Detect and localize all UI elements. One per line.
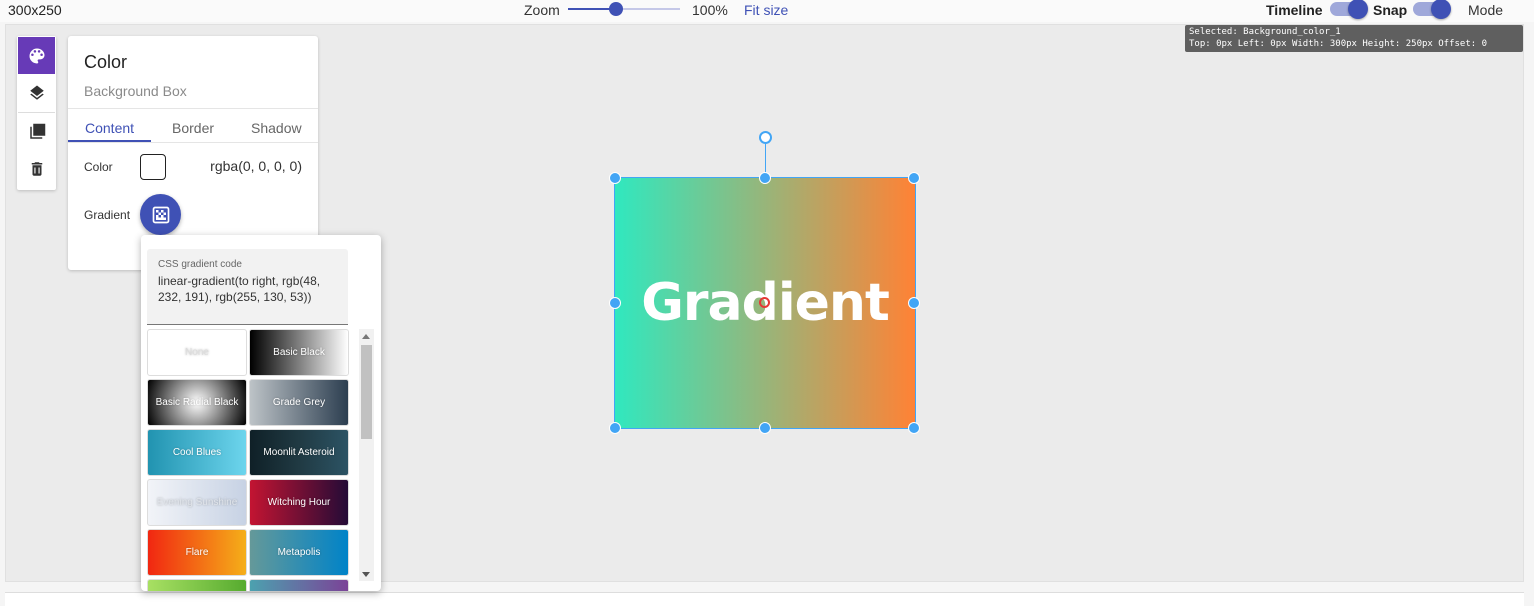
css-gradient-field[interactable]: CSS gradient code linear-gradient(to rig… xyxy=(147,249,348,325)
css-gradient-value: linear-gradient(to right, rgb(48, 232, 1… xyxy=(158,274,321,304)
zoom-slider-thumb[interactable] xyxy=(609,2,624,16)
color-tool-button[interactable] xyxy=(18,37,55,74)
gradient-popover: CSS gradient code linear-gradient(to rig… xyxy=(141,235,381,591)
gradient-preset[interactable]: Grade Grey xyxy=(249,379,349,426)
tabs-bottom-divider xyxy=(68,142,318,143)
selection-info-line-2: Top: 0px Left: 0px Width: 300px Height: … xyxy=(1189,39,1488,49)
zoom-value: 100% xyxy=(692,2,728,18)
gradient-preset[interactable] xyxy=(147,579,247,591)
css-gradient-label: CSS gradient code xyxy=(158,259,242,270)
resize-handle-top-right[interactable] xyxy=(908,172,920,184)
resize-handle-top-left[interactable] xyxy=(609,172,621,184)
zoom-slider[interactable] xyxy=(568,2,680,16)
gradient-label: Gradient xyxy=(84,208,131,222)
color-swatch[interactable] xyxy=(140,154,166,180)
gradient-preset[interactable]: Basic Radial Black xyxy=(147,379,247,426)
gradient-preset[interactable]: Moonlit Asteroid xyxy=(249,429,349,476)
delete-tool-button[interactable] xyxy=(18,150,55,187)
resize-handle-right[interactable] xyxy=(908,297,920,309)
gradient-preset[interactable]: Evening Sunshine xyxy=(147,479,247,526)
color-label: Color xyxy=(84,160,113,174)
gradient-presets: None Basic Black Basic Radial Black Grade G… xyxy=(147,329,350,591)
duplicate-tool-button[interactable] xyxy=(18,113,55,150)
gradient-preset[interactable]: Flare xyxy=(147,529,247,576)
resize-handle-left[interactable] xyxy=(609,297,621,309)
selection-info: Selected: Background_color_1 Top: 0px Le… xyxy=(1185,25,1523,52)
snap-label: Snap xyxy=(1373,2,1408,18)
gradient-preset[interactable]: Cool Blues xyxy=(147,429,247,476)
snap-toggle[interactable] xyxy=(1413,0,1451,19)
resize-handle-top[interactable] xyxy=(759,172,771,184)
timeline-label: Timeline xyxy=(1266,2,1323,18)
timeline-toggle[interactable] xyxy=(1330,0,1368,19)
fit-size-button[interactable]: Fit size xyxy=(744,2,788,18)
gradient-picker-button[interactable] xyxy=(140,194,181,235)
scroll-up-arrow-icon[interactable] xyxy=(362,334,370,339)
gradient-preset-label: None xyxy=(185,347,209,358)
center-point-handle[interactable] xyxy=(759,297,770,308)
resize-handle-bottom-right[interactable] xyxy=(908,422,920,434)
gradient-preset-label: Cool Blues xyxy=(172,447,222,458)
panel-subtitle: Background Box xyxy=(84,83,187,99)
gradient-preset-label: Witching Hour xyxy=(267,497,331,508)
delete-icon xyxy=(31,161,42,176)
gradient-preset[interactable] xyxy=(249,579,349,591)
gradient-preset-label: Moonlit Asteroid xyxy=(263,447,335,458)
mode-button[interactable]: Mode xyxy=(1468,2,1503,18)
top-toolbar: 300x250 Zoom 100% Fit size Timeline Snap… xyxy=(0,0,1534,22)
gradient-preset[interactable]: Basic Black xyxy=(249,329,349,376)
copy-icon xyxy=(29,123,45,139)
layers-tool-button[interactable] xyxy=(18,74,55,111)
selection-info-line-1: Selected: Background_color_1 xyxy=(1189,27,1341,37)
rotate-handle[interactable] xyxy=(759,131,772,144)
tab-shadow[interactable]: Shadow xyxy=(251,120,302,136)
gradient-icon xyxy=(152,206,169,223)
scroll-down-arrow-icon[interactable] xyxy=(362,572,370,577)
gradient-preset-label: Basic Radial Black xyxy=(155,397,239,408)
gradient-preset-label: Basic Black xyxy=(273,347,325,358)
resize-handle-bottom[interactable] xyxy=(759,422,771,434)
gradient-preset-label: Metapolis xyxy=(277,547,321,558)
bottom-panel xyxy=(5,592,1524,606)
tool-sidebar xyxy=(17,36,56,190)
gradient-preset[interactable]: Witching Hour xyxy=(249,479,349,526)
tab-border[interactable]: Border xyxy=(172,120,214,136)
gradient-preset[interactable]: None xyxy=(147,329,247,376)
scroll-thumb[interactable] xyxy=(361,345,372,439)
zoom-label: Zoom xyxy=(524,2,560,18)
canvas-size-label: 300x250 xyxy=(8,2,62,18)
gradient-preset-label: Grade Grey xyxy=(272,397,326,408)
tab-content[interactable]: Content xyxy=(85,120,134,136)
gradient-preset-label: Flare xyxy=(185,547,209,558)
gradient-preset[interactable]: Metapolis xyxy=(249,529,349,576)
palette-icon xyxy=(29,48,44,63)
panel-title: Color xyxy=(84,52,128,72)
tabs-divider xyxy=(68,108,318,109)
layers-icon xyxy=(29,85,44,100)
presets-scrollbar[interactable] xyxy=(359,329,374,581)
gradient-preset-label: Evening Sunshine xyxy=(156,497,238,508)
snap-toggle-knob xyxy=(1431,0,1451,19)
timeline-toggle-knob xyxy=(1348,0,1368,19)
resize-handle-bottom-left[interactable] xyxy=(609,422,621,434)
color-value: rgba(0, 0, 0, 0) xyxy=(210,158,302,174)
